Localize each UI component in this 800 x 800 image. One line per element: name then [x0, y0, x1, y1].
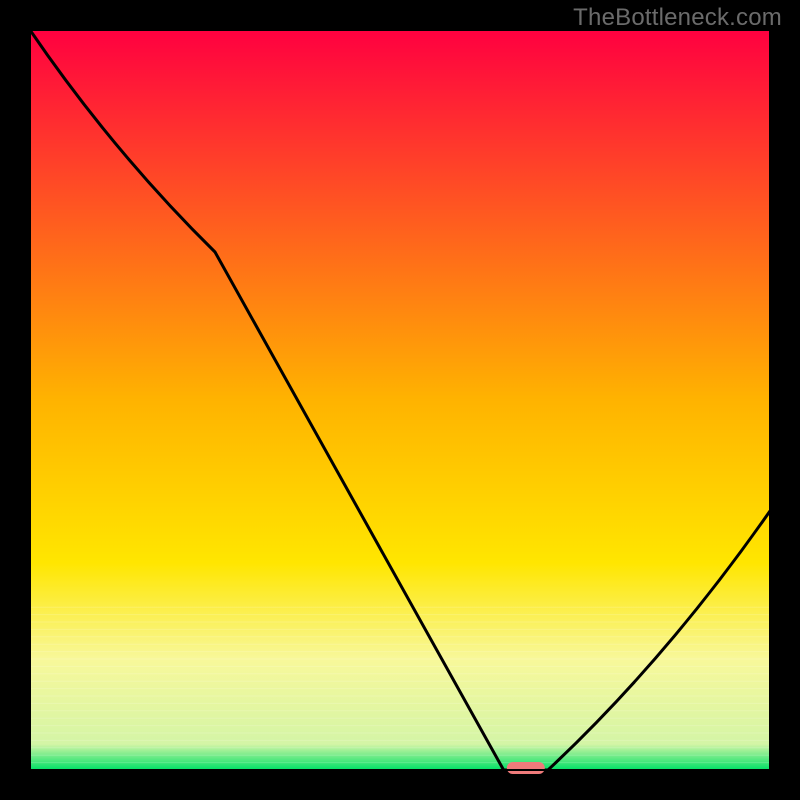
- watermark-text: TheBottleneck.com: [573, 4, 782, 32]
- chart-frame: TheBottleneck.com: [0, 0, 800, 800]
- chart-svg: [0, 0, 800, 800]
- optimum-marker: [507, 762, 545, 774]
